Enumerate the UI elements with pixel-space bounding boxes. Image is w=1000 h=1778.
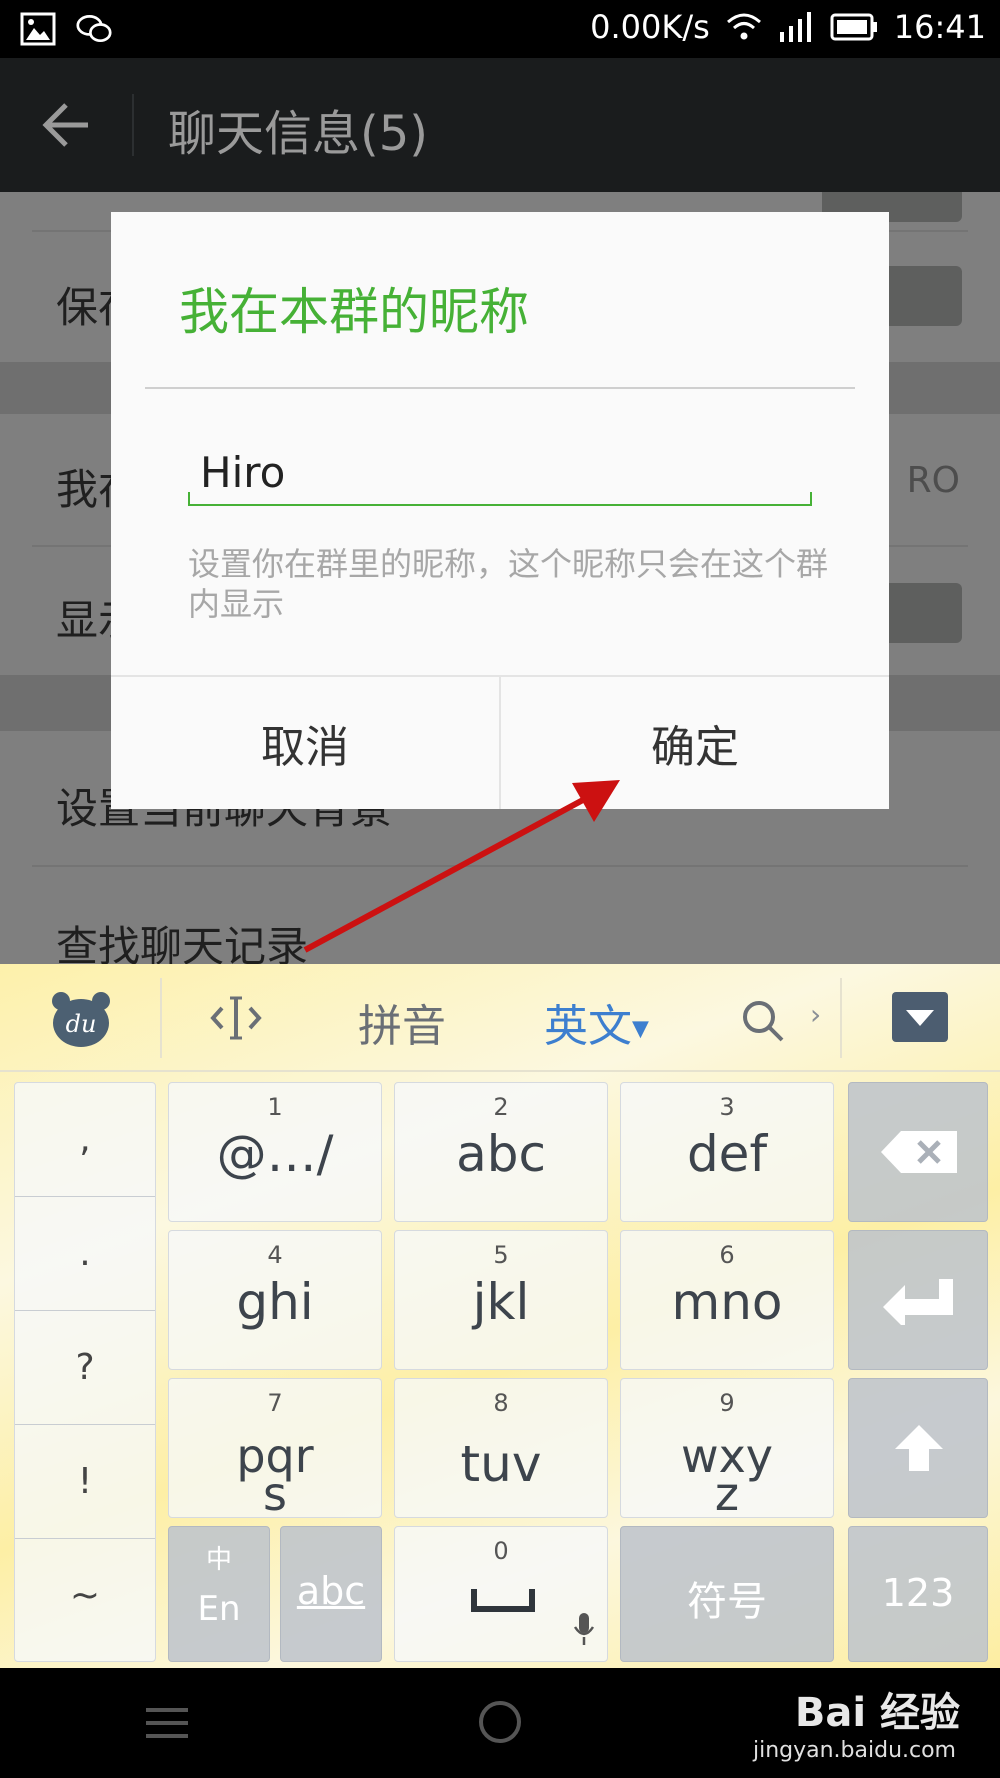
punct-key-period[interactable]: . <box>15 1197 155 1311</box>
symbols-key[interactable]: 符号 <box>620 1526 834 1662</box>
dropdown-caret-icon: ▼ <box>632 1016 649 1042</box>
key-5[interactable]: 5 jkl <box>394 1230 608 1370</box>
signal-icon <box>779 12 811 42</box>
punct-key-exclaim[interactable]: ! <box>15 1425 155 1539</box>
space-key[interactable]: 0 <box>394 1526 608 1662</box>
punct-key-comma[interactable]: , <box>15 1083 155 1197</box>
punctuation-column: , . ? ! ~ <box>14 1082 156 1662</box>
dialog-buttons: 取消 确定 <box>111 675 889 809</box>
watermark-url: jingyan.baidu.com <box>752 1738 956 1763</box>
settings-row-value: RO <box>906 460 960 501</box>
shift-key[interactable] <box>848 1378 988 1518</box>
keyboard-toolbar: du 拼音 英文▼ › <box>0 964 1000 1072</box>
battery-icon <box>830 13 877 41</box>
shift-arrow-icon <box>895 1425 943 1471</box>
dialog-hint: 设置你在群里的昵称，这个昵称只会在这个群内显示 <box>188 545 829 623</box>
wechat-icon <box>76 15 112 43</box>
dialog-title: 我在本群的昵称 <box>179 283 529 341</box>
key-9[interactable]: 9 wxy z <box>620 1378 834 1518</box>
home-icon[interactable] <box>478 1700 522 1744</box>
app-header: 聊天信息(5) <box>0 58 1000 192</box>
microphone-icon <box>573 1613 595 1645</box>
abc-mode-key[interactable]: abc <box>280 1526 382 1662</box>
key-1[interactable]: 1 @…/ <box>168 1082 382 1222</box>
punct-key-question[interactable]: ? <box>15 1311 155 1425</box>
numbers-key[interactable]: 123 <box>848 1526 988 1662</box>
key-8[interactable]: 8 tuv <box>394 1378 608 1518</box>
header-divider <box>132 94 134 156</box>
punct-key-tilde[interactable]: ~ <box>15 1539 155 1653</box>
search-icon[interactable] <box>740 998 786 1044</box>
gallery-icon <box>20 12 56 46</box>
back-arrow-icon[interactable] <box>40 98 94 152</box>
key-4[interactable]: 4 ghi <box>168 1230 382 1370</box>
du-logo-icon[interactable]: du <box>50 990 112 1048</box>
status-bar: 0.00K/s 16:41 <box>0 0 1000 58</box>
wifi-icon <box>726 13 761 40</box>
zh-en-switch-key[interactable]: 中 En <box>168 1526 270 1662</box>
settings-row-search[interactable]: 查找聊天记录 <box>0 867 1000 964</box>
enter-icon <box>883 1279 953 1325</box>
hide-keyboard-icon[interactable] <box>892 992 948 1042</box>
cancel-button[interactable]: 取消 <box>111 677 499 809</box>
tab-pinyin[interactable]: 拼音 <box>358 990 446 1054</box>
backspace-icon <box>881 1131 957 1173</box>
nickname-input[interactable] <box>188 440 811 506</box>
key-3[interactable]: 3 def <box>620 1082 834 1222</box>
confirm-button[interactable]: 确定 <box>501 677 889 809</box>
chevron-right-icon[interactable]: › <box>810 998 821 1031</box>
key-7[interactable]: 7 pqr s <box>168 1378 382 1518</box>
enter-key[interactable] <box>848 1230 988 1370</box>
cursor-move-icon[interactable] <box>210 994 262 1042</box>
menu-icon[interactable] <box>146 1706 188 1740</box>
page-title: 聊天信息(5) <box>168 106 428 162</box>
dialog-divider <box>145 387 855 389</box>
clock: 16:41 <box>893 8 986 46</box>
svg-text:du: du <box>66 1010 97 1038</box>
nickname-dialog: 我在本群的昵称 设置你在群里的昵称，这个昵称只会在这个群内显示 取消 确定 <box>111 212 889 809</box>
backspace-key[interactable] <box>848 1082 988 1222</box>
key-2[interactable]: 2 abc <box>394 1082 608 1222</box>
tab-english[interactable]: 英文▼ <box>544 990 649 1054</box>
space-bar-icon <box>471 1589 535 1612</box>
baidu-watermark: Bai 经验 jingyan.baidu.com <box>750 1678 960 1774</box>
settings-row-label: 查找聊天记录 <box>56 922 309 964</box>
watermark-brand: Bai 经验 <box>794 1690 960 1736</box>
key-6[interactable]: 6 mno <box>620 1230 834 1370</box>
network-speed: 0.00K/s <box>590 8 710 46</box>
ime-keyboard: du 拼音 英文▼ › , . ? ! ~ 1 @…/ 2 abc 3 def … <box>0 964 1000 1668</box>
